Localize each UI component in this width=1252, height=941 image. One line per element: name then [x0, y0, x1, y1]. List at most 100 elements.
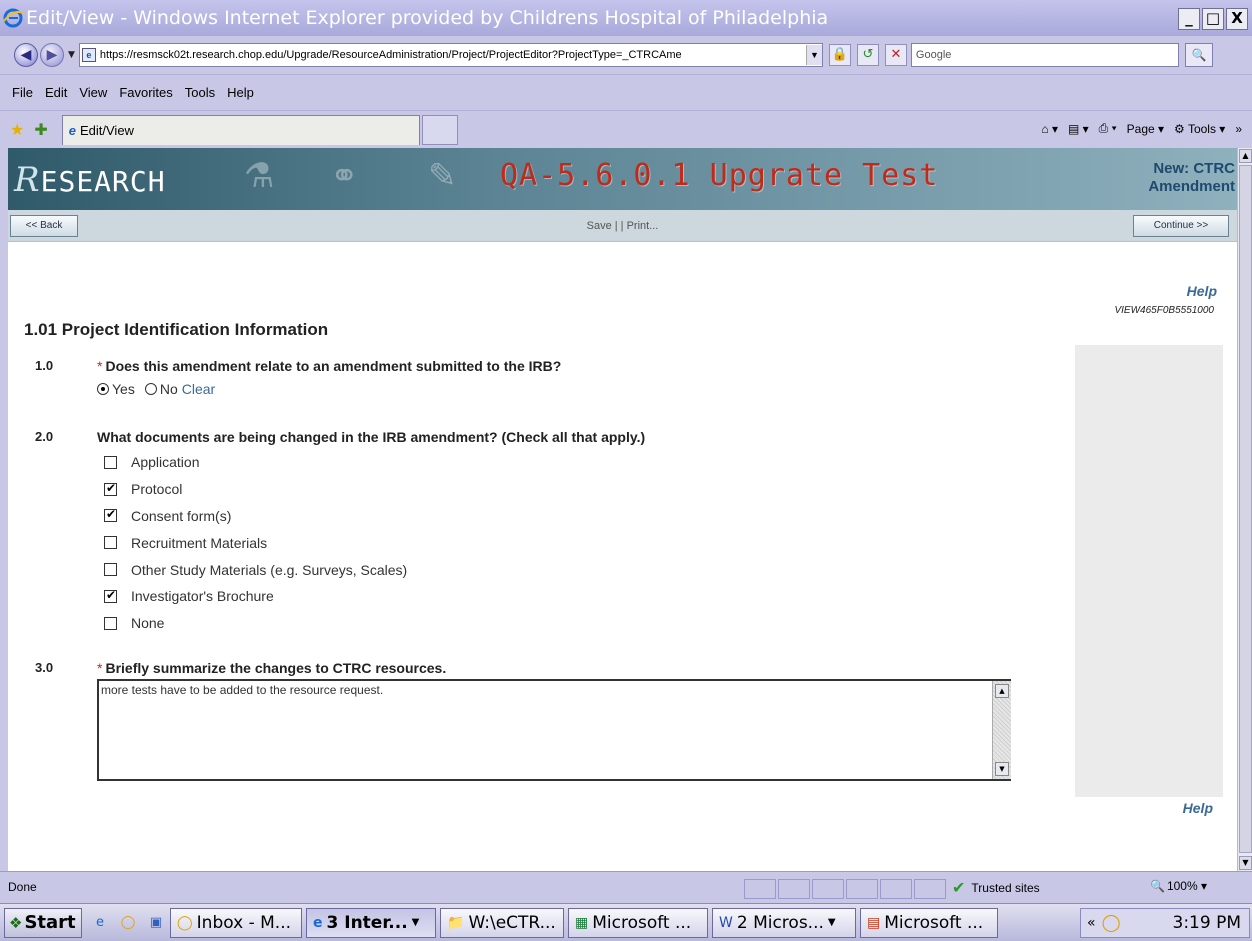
outlook-quicklaunch-icon[interactable]: ◯ [118, 913, 138, 933]
pen-icon: ✎ [428, 156, 457, 196]
research-logo: RESEARCH [14, 160, 166, 200]
tray-expand-icon[interactable]: « [1087, 915, 1096, 931]
maximize-button[interactable]: □ [1202, 8, 1224, 30]
microscope-icon: ⚗ [244, 156, 275, 196]
ie-logo-icon [3, 8, 24, 28]
checkbox-item[interactable]: None [104, 610, 407, 637]
stop-icon[interactable]: ✕ [884, 44, 907, 66]
browser-window: Edit/View - Windows Internet Explorer pr… [0, 0, 1252, 941]
checkbox[interactable] [104, 536, 117, 550]
radio-no-label: No [159, 381, 178, 397]
radio-yes-label: Yes [112, 381, 135, 397]
radio-no[interactable] [144, 383, 157, 395]
lock-icon[interactable]: 🔒 [828, 44, 851, 66]
taskbar-item-powerpoint[interactable]: ▤ Microsoft ... [860, 907, 998, 938]
command-bar: ⌂ ▾ ▤ ▾ ⎙ ▾ Page ▾ ⚙ Tools ▾ » [1041, 121, 1242, 136]
checkbox-item[interactable]: Consent form(s) [104, 503, 407, 530]
status-cell [846, 879, 878, 899]
page-icon: e [81, 48, 96, 62]
taskbar-item-word[interactable]: W2 Micros... ▼ [712, 907, 856, 938]
desktop-quicklaunch-icon[interactable]: ▣ [146, 913, 166, 933]
continue-button[interactable]: Continue >> [1133, 215, 1229, 237]
address-url[interactable]: https://resmsck02t.research.chop.edu/Upg… [100, 49, 806, 61]
menu-view[interactable]: View [73, 85, 113, 100]
excel-icon: ▦ [575, 914, 589, 931]
documents-checkbox-list: Application Protocol Consent form(s) Rec… [104, 449, 407, 637]
checkbox-item[interactable]: Protocol [104, 476, 407, 503]
back-button[interactable]: ◀ [14, 43, 38, 67]
outlook-tray-icon[interactable]: ◯ [1102, 913, 1121, 933]
document-type-label: New: CTRC Amendment [1148, 160, 1235, 195]
taskbar-item-inbox[interactable]: ◯ Inbox - M... [170, 907, 302, 938]
search-input[interactable]: Google [910, 43, 1179, 67]
checkbox-item[interactable]: Application [104, 449, 407, 476]
scroll-thumb[interactable] [1239, 165, 1252, 853]
more-chevron-icon[interactable]: » [1235, 122, 1242, 136]
help-link-bottom[interactable]: Help [1183, 800, 1213, 816]
taskbar-item-excel[interactable]: ▦ Microsoft ... [568, 907, 708, 938]
new-tab-button[interactable] [421, 114, 458, 145]
home-icon[interactable]: ⌂ ▾ [1041, 122, 1058, 136]
scroll-up-icon[interactable]: ▲ [995, 684, 1009, 698]
menu-tools[interactable]: Tools [179, 85, 221, 100]
start-button[interactable]: ❖ Start [4, 907, 82, 938]
checkbox[interactable] [104, 507, 117, 523]
page-menu[interactable]: Page ▾ [1127, 122, 1164, 136]
menu-help[interactable]: Help [221, 85, 260, 100]
checkbox[interactable] [104, 616, 117, 630]
menu-edit[interactable]: Edit [39, 85, 73, 100]
action-bar: << Back Save | | Print... Continue >> [8, 210, 1237, 242]
security-zone[interactable]: ✔ Trusted sites [952, 878, 1040, 898]
print-icon[interactable]: ⎙ ▾ [1099, 121, 1117, 136]
outlook-icon: ◯ [177, 914, 193, 931]
checkbox-item[interactable]: Recruitment Materials [104, 529, 407, 556]
checkbox[interactable] [104, 588, 117, 603]
scroll-down-icon[interactable]: ▼ [1239, 856, 1252, 870]
clock[interactable]: 3:19 PM [1173, 913, 1242, 933]
windows-flag-icon: ❖ [9, 913, 23, 932]
menu-favorites[interactable]: Favorites [113, 85, 178, 100]
save-print-links[interactable]: Save | | Print... [8, 220, 1237, 232]
checkbox-item[interactable]: Investigator's Brochure [104, 583, 407, 610]
tools-menu[interactable]: ⚙ Tools ▾ [1174, 122, 1225, 136]
menu-file[interactable]: File [6, 85, 39, 100]
history-dropdown-icon[interactable]: ▼ [68, 50, 75, 60]
taskbar-item-internet-explorer[interactable]: e3 Inter... ▼ [306, 907, 436, 938]
title-bar: Edit/View - Windows Internet Explorer pr… [0, 0, 1252, 36]
tab-edit-view[interactable]: e Edit/View [61, 114, 420, 145]
taskbar-item-folder[interactable]: 📁 W:\eCTR... [440, 907, 564, 938]
refresh-icon[interactable]: ↺ [856, 44, 879, 66]
address-bar[interactable]: e https://resmsck02t.research.chop.edu/U… [78, 43, 823, 67]
add-favorite-icon[interactable]: ✚ [34, 120, 47, 139]
powerpoint-icon: ▤ [867, 914, 881, 931]
close-button[interactable]: X [1226, 8, 1248, 30]
zoom-level[interactable]: 🔍 100% ▾ [1150, 879, 1207, 893]
textarea-scrollbar[interactable]: ▲ ▼ [992, 681, 1011, 779]
feeds-icon[interactable]: ▤ ▾ [1068, 122, 1089, 136]
checkbox[interactable] [104, 481, 117, 496]
taskbar: ❖ Start e ◯ ▣ ◯ Inbox - M... e3 Inter... ▼ … [0, 903, 1252, 941]
address-dropdown-icon[interactable]: ▼ [805, 45, 822, 65]
ie-icon: e [313, 914, 323, 931]
scroll-down-icon[interactable]: ▼ [995, 762, 1009, 776]
page-scrollbar[interactable]: ▲ ▼ [1237, 148, 1252, 871]
minimize-button[interactable]: _ [1178, 8, 1200, 30]
checkbox[interactable] [104, 455, 117, 469]
summary-textarea[interactable]: more tests have to be added to the resou… [97, 679, 1011, 781]
arrow-left-icon: ◀ [20, 47, 32, 63]
question-text: * Briefly summarize the changes to CTRC r… [97, 660, 447, 676]
help-link-top[interactable]: Help [1187, 283, 1217, 299]
checkmark-icon: ✔ [952, 880, 966, 897]
address-toolbar: ◀ ▶ ▼ e https://resmsck02t.research.chop… [0, 36, 1252, 74]
clear-link[interactable]: Clear [182, 381, 215, 397]
checkbox-item[interactable]: Other Study Materials (e.g. Surveys, Sca… [104, 556, 407, 583]
status-cell [880, 879, 912, 899]
search-button[interactable]: 🔍 [1184, 43, 1213, 67]
radio-yes[interactable] [97, 383, 109, 395]
ie-quicklaunch-icon[interactable]: e [90, 913, 110, 933]
scroll-up-icon[interactable]: ▲ [1239, 149, 1252, 163]
environment-title: QA-5.6.0.1 Upgrate Test [500, 158, 939, 193]
favorites-star-icon[interactable]: ★ [10, 120, 24, 139]
checkbox[interactable] [104, 563, 117, 577]
forward-button[interactable]: ▶ [40, 43, 64, 67]
